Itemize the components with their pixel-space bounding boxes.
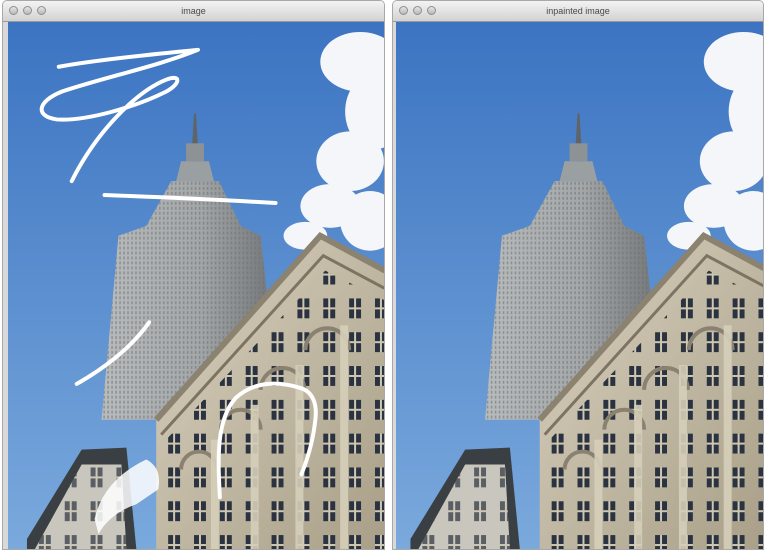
title-bar[interactable]: inpainted image bbox=[393, 1, 763, 22]
source-image-window: image bbox=[2, 0, 385, 550]
image-canvas[interactable] bbox=[8, 22, 384, 549]
inpainted-image-window: inpainted image bbox=[392, 0, 764, 550]
image-canvas[interactable] bbox=[396, 22, 763, 549]
title-bar[interactable]: image bbox=[3, 1, 384, 22]
window-title: image bbox=[181, 6, 206, 16]
window-title: inpainted image bbox=[546, 6, 610, 16]
inpainted-photo bbox=[396, 22, 763, 549]
masked-photo bbox=[8, 22, 384, 549]
